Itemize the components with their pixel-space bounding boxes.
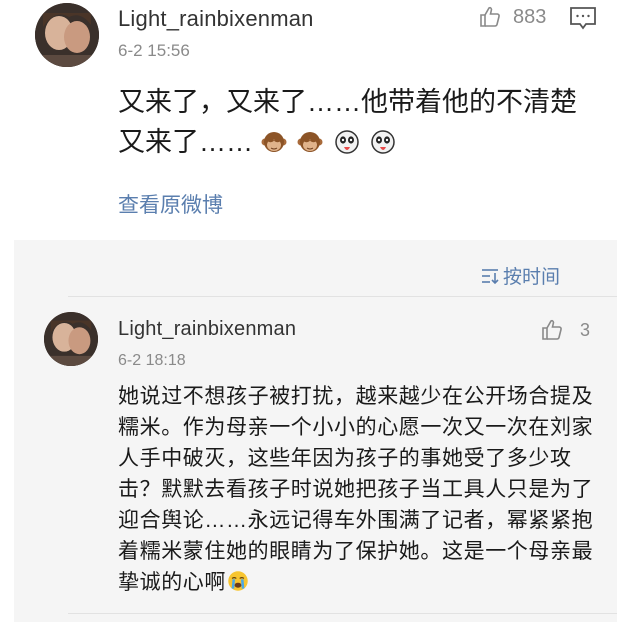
crying-face-icon (228, 571, 248, 591)
monkey-icon (297, 132, 323, 152)
comment-body: 她说过不想孩子被打扰，越来越少在公开场合提及糯米。作为母亲一个小小的心愿一次又一… (118, 381, 596, 598)
timestamp: 6-2 18:18 (118, 352, 186, 369)
timestamp: 6-2 15:56 (118, 41, 190, 60)
avatar[interactable] (35, 3, 99, 67)
comment-icon[interactable] (569, 6, 597, 32)
avatar[interactable] (44, 312, 98, 366)
comment-text: 她说过不想孩子被打扰，越来越少在公开场合提及糯米。作为母亲一个小小的心愿一次又一… (118, 385, 594, 594)
weibo-post: Light_rainbixenman 6-2 15:56 883 又来了，又来了… (0, 0, 641, 240)
sort-label: 按时间 (503, 267, 561, 288)
view-original-link[interactable]: 查看原微博 (118, 189, 223, 219)
panda-icon (371, 130, 395, 154)
divider (68, 613, 617, 614)
post-text-line: 又来了…… (118, 127, 253, 157)
thumbs-up-icon (480, 6, 500, 27)
monkey-icon (261, 132, 287, 152)
like-button[interactable]: 883 (478, 5, 546, 29)
panda-icon (334, 130, 359, 154)
username[interactable]: Light_rainbixenman (118, 318, 296, 341)
post-text-line: 又来了，又来了……他带着他的不清楚 (118, 87, 577, 117)
username[interactable]: Light_rainbixenman (118, 6, 314, 32)
sort-by-time-button[interactable]: 按时间 (480, 262, 560, 289)
post-body: 又来了，又来了……他带着他的不清楚 又来了…… (118, 82, 618, 162)
like-button[interactable]: 3 (540, 318, 590, 342)
like-count: 3 (580, 319, 591, 340)
thumbs-up-icon (542, 319, 562, 340)
sort-icon (482, 268, 499, 284)
like-count: 883 (513, 5, 547, 28)
divider (68, 296, 617, 297)
